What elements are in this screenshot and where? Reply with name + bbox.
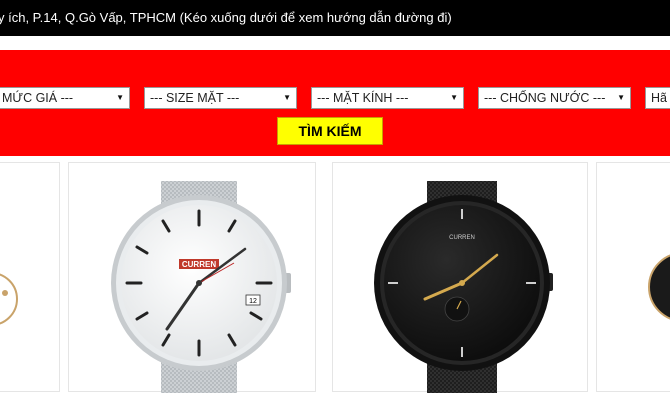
chevron-down-icon: ▼ — [450, 93, 458, 102]
product-grid: CURREN 12 CURREN — [0, 156, 670, 393]
svg-text:CURREN: CURREN — [449, 235, 475, 241]
watch-image — [648, 254, 670, 320]
watch-image — [0, 273, 18, 325]
product-card[interactable] — [596, 162, 670, 392]
store-address-bar: y ích, P.14, Q.Gò Vấp, TPHCM (Kéo xuống … — [0, 0, 670, 36]
search-button[interactable]: TÌM KIẾM — [277, 117, 383, 145]
face-size-select[interactable]: --- SIZE MẶT --- ▼ — [144, 87, 297, 109]
svg-text:12: 12 — [249, 298, 257, 305]
store-address-text: y ích, P.14, Q.Gò Vấp, TPHCM (Kéo xuống … — [0, 10, 452, 25]
water-resistance-select[interactable]: --- CHỐNG NƯỚC --- ▼ — [478, 87, 631, 109]
brand-select[interactable]: Hã — [645, 87, 670, 109]
filter-bar: MỨC GIÁ --- ▼ --- SIZE MẶT --- ▼ --- MẶT… — [0, 50, 670, 156]
glass-select[interactable]: --- MẶT KÍNH --- ▼ — [311, 87, 464, 109]
chevron-down-icon: ▼ — [116, 93, 124, 102]
search-button-label: TÌM KIẾM — [298, 123, 362, 139]
chevron-down-icon: ▼ — [617, 93, 625, 102]
product-card[interactable]: CURREN — [332, 162, 588, 393]
spacer — [0, 36, 670, 50]
face-size-select-value: --- SIZE MẶT --- — [150, 91, 240, 105]
watch-image: CURREN 12 — [111, 181, 291, 393]
product-card[interactable]: CURREN 12 — [68, 162, 316, 393]
watch-image: CURREN — [374, 181, 553, 393]
svg-text:CURREN: CURREN — [182, 260, 216, 269]
brand-select-value: Hã — [651, 91, 667, 105]
product-card[interactable] — [0, 162, 60, 392]
price-select[interactable]: MỨC GIÁ --- ▼ — [0, 87, 130, 109]
chevron-down-icon: ▼ — [283, 93, 291, 102]
glass-select-value: --- MẶT KÍNH --- — [317, 91, 409, 105]
water-resistance-select-value: --- CHỐNG NƯỚC --- — [484, 91, 606, 105]
price-select-value: MỨC GIÁ --- — [2, 91, 74, 105]
